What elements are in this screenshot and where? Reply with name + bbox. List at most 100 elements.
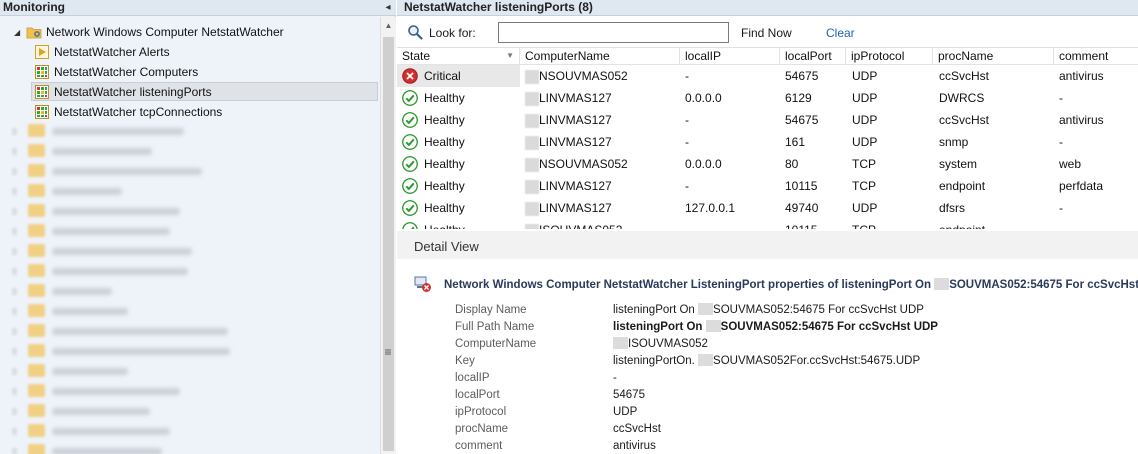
cell-text: - xyxy=(685,69,689,83)
state-view-icon xyxy=(35,105,49,119)
tree-item-redacted[interactable] xyxy=(8,162,378,181)
detail-caption: Network Windows Computer NetstatWatcher … xyxy=(414,272,1138,300)
tree-item-redacted[interactable] xyxy=(8,222,378,241)
look-for-input[interactable] xyxy=(498,22,729,43)
table-row[interactable]: Critical NSOUVMAS052 - 54675 UDP ccSvcHst anti… xyxy=(397,65,1138,87)
collapse-pane-button[interactable]: ◂ xyxy=(381,0,395,16)
column-header-localip[interactable]: localIP xyxy=(680,48,780,65)
table-row[interactable]: Healthy LINVMAS127 - 10115 TCP endpoint perfda… xyxy=(397,175,1138,197)
state-label: Healthy xyxy=(424,179,465,193)
property-name: localIP xyxy=(455,372,490,384)
healthy-check-icon xyxy=(402,200,418,216)
detail-view: Detail View Network Windows Computer Net… xyxy=(397,231,1138,454)
state-view-icon xyxy=(35,85,49,99)
state-label: Critical xyxy=(424,69,461,83)
cell-procname: ccSvcHst xyxy=(939,109,989,131)
tree-item-redacted[interactable] xyxy=(8,302,378,321)
tree-item-redacted[interactable] xyxy=(8,262,378,281)
tree-item-redacted[interactable] xyxy=(8,322,378,341)
navigation-title: Monitoring xyxy=(3,0,65,14)
results-grid: State ▼ ComputerName localIP localPort ip… xyxy=(397,47,1138,229)
cell-computer: LINVMAS127 xyxy=(525,87,612,109)
table-row[interactable]: Healthy ISOUVMAS052 10115 TCP endpoint xyxy=(397,219,1138,229)
search-icon xyxy=(408,25,423,40)
tree-item-tcpconnections[interactable]: NetstatWatcher tcpConnections xyxy=(0,103,378,122)
property-row: Display Name listeningPort On SOUVMAS052:… xyxy=(397,302,1138,319)
cell-ipprotocol: UDP xyxy=(852,65,877,87)
cell-text: UDP xyxy=(852,201,878,215)
tree-item-redacted[interactable] xyxy=(8,342,378,361)
column-header-ipprotocol[interactable]: ipProtocol xyxy=(846,48,933,65)
tree-item-redacted[interactable] xyxy=(8,402,378,421)
splitter-grip-icon[interactable]: ≡ xyxy=(380,345,396,359)
state-cell[interactable]: Healthy xyxy=(397,109,520,131)
cell-ipprotocol: UDP xyxy=(852,197,877,219)
property-row: procName ccSvcHst xyxy=(397,421,1138,438)
state-cell[interactable]: Critical xyxy=(397,65,520,87)
tree-item-redacted[interactable] xyxy=(8,442,378,454)
cell-text: antivirus xyxy=(1059,113,1104,127)
cell-text: 161 xyxy=(785,135,806,149)
tree-item-alerts[interactable]: NetstatWatcher Alerts xyxy=(0,43,378,62)
cell-text: NSOUVMAS052 xyxy=(539,157,628,171)
column-header-localport[interactable]: localPort xyxy=(780,48,846,65)
cell-text: snmp xyxy=(939,135,969,149)
property-name: localPort xyxy=(455,389,500,401)
scrollbar-thumb[interactable] xyxy=(383,37,394,451)
property-row: localPort 54675 xyxy=(397,387,1138,404)
tree-scrollbar[interactable]: ▲ xyxy=(380,17,396,454)
tree-item-redacted[interactable] xyxy=(8,362,378,381)
cell-procname: ccSvcHst xyxy=(939,65,989,87)
column-header-comment[interactable]: comment xyxy=(1054,48,1138,65)
tree-item-redacted[interactable] xyxy=(8,242,378,261)
column-header-state[interactable]: State ▼ xyxy=(397,48,520,65)
table-row[interactable]: Healthy LINVMAS127 0.0.0.0 6129 UDP DWRCS - xyxy=(397,87,1138,109)
table-row[interactable]: Healthy LINVMAS127 127.0.0.1 49740 UDP dfsrs - xyxy=(397,197,1138,219)
table-row[interactable]: Healthy LINVMAS127 - 54675 UDP ccSvcHst antivi… xyxy=(397,109,1138,131)
state-cell[interactable]: Healthy xyxy=(397,87,520,109)
state-cell[interactable]: Healthy xyxy=(397,219,520,229)
cell-computer: LINVMAS127 xyxy=(525,131,612,153)
state-label: Healthy xyxy=(424,201,465,215)
cell-text: perfdata xyxy=(1059,179,1104,193)
table-row[interactable]: Healthy LINVMAS127 - 161 UDP snmp - xyxy=(397,131,1138,153)
cell-computer: LINVMAS127 xyxy=(525,109,612,131)
state-cell[interactable]: Healthy xyxy=(397,131,520,153)
scroll-up-arrow-icon[interactable]: ▲ xyxy=(381,21,396,33)
tree-item-redacted[interactable] xyxy=(8,282,378,301)
state-cell[interactable]: Healthy xyxy=(397,175,520,197)
tree-item-label: NetstatWatcher Alerts xyxy=(54,45,170,59)
cell-ipprotocol: UDP xyxy=(852,87,877,109)
property-row: comment antivirus xyxy=(397,438,1138,454)
table-row[interactable]: Healthy NSOUVMAS052 0.0.0.0 80 TCP system web xyxy=(397,153,1138,175)
column-header-procname[interactable]: procName xyxy=(933,48,1054,65)
tree-item-listeningports[interactable]: NetstatWatcher listeningPorts xyxy=(31,82,378,101)
tree-item-redacted[interactable] xyxy=(8,142,378,161)
tree-item-redacted[interactable] xyxy=(8,382,378,401)
state-label: Healthy xyxy=(424,219,465,229)
tree-item-redacted[interactable] xyxy=(8,182,378,201)
cell-text: DWRCS xyxy=(939,91,985,105)
cell-localip: - xyxy=(685,175,689,197)
expand-arrow-icon[interactable]: ◢ xyxy=(14,23,24,42)
tree-item-redacted[interactable] xyxy=(8,202,378,221)
column-header-computername[interactable]: ComputerName xyxy=(520,48,680,65)
state-cell[interactable]: Healthy xyxy=(397,197,520,219)
tree-item-netstatwatcher-folder[interactable]: ◢ Network Windows Computer NetstatWatche… xyxy=(0,23,378,42)
find-now-button[interactable]: Find Now xyxy=(741,26,792,40)
redacted-mask xyxy=(525,157,539,172)
property-name: procName xyxy=(455,423,509,435)
property-value: antivirus xyxy=(613,440,656,452)
property-value: ccSvcHst xyxy=(613,423,661,435)
tree-item-computers[interactable]: NetstatWatcher Computers xyxy=(0,63,378,82)
cell-ipprotocol: TCP xyxy=(852,153,876,175)
tree-item-redacted[interactable] xyxy=(8,422,378,441)
state-cell[interactable]: Healthy xyxy=(397,153,520,175)
cell-text: TCP xyxy=(852,179,876,193)
tree-item-redacted[interactable] xyxy=(8,122,378,141)
cell-text: web xyxy=(1059,157,1082,171)
cell-procname: snmp xyxy=(939,131,968,153)
clear-link[interactable]: Clear xyxy=(826,26,855,40)
detail-view-title: Detail View xyxy=(414,239,479,254)
cell-text: 6129 xyxy=(785,91,812,105)
